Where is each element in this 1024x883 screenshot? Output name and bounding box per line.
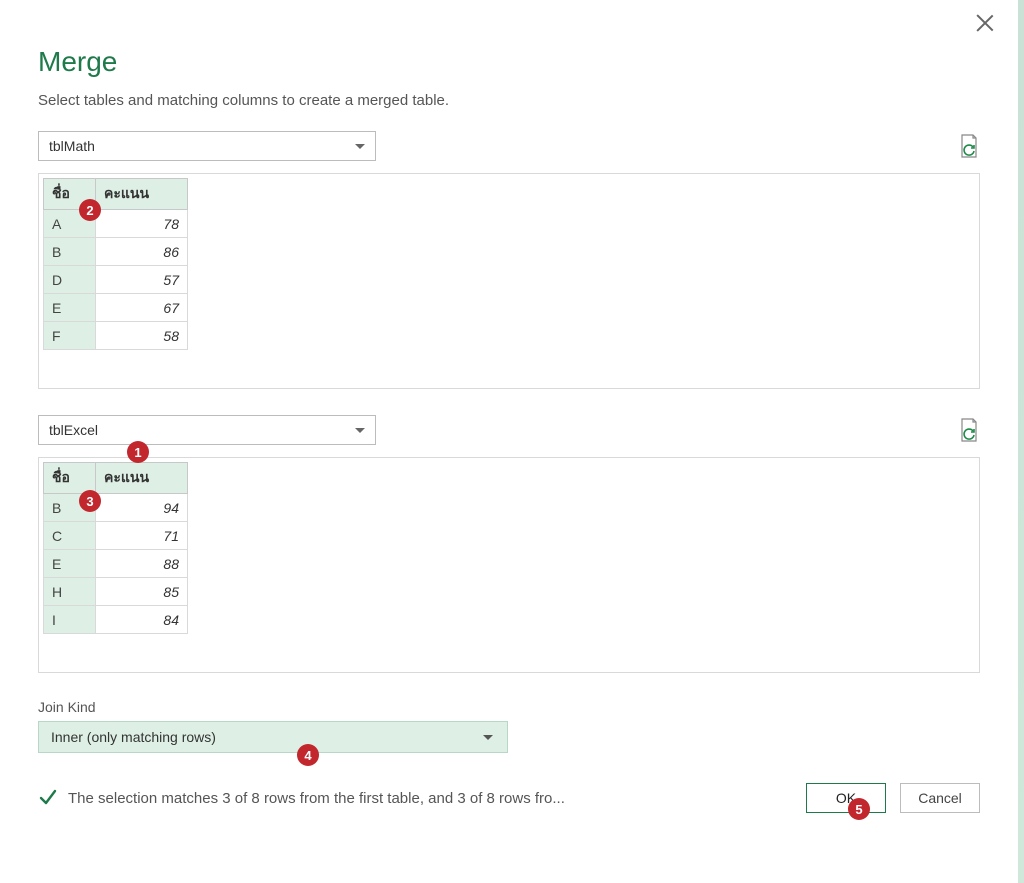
- first-table-dropdown-value: tblMath: [49, 138, 95, 154]
- column-header-score[interactable]: คะแนน: [96, 179, 188, 210]
- check-icon: [38, 788, 58, 808]
- first-table-preview: ชื่อ คะแนน A78 B86 D57 E67 F58: [38, 173, 980, 389]
- refresh-icon[interactable]: [958, 133, 980, 159]
- second-table-dropdown-value: tblExcel: [49, 422, 98, 438]
- table-row: B86: [44, 238, 188, 266]
- window-edge: [1018, 0, 1024, 883]
- dialog-title: Merge: [38, 46, 980, 78]
- join-kind-value: Inner (only matching rows): [51, 729, 216, 745]
- merge-dialog: Merge Select tables and matching columns…: [0, 0, 1018, 880]
- close-icon[interactable]: [974, 12, 996, 34]
- second-table-preview: ชื่อ คะแนน B94 C71 E88 H85 I84: [38, 457, 980, 673]
- chevron-down-icon: [355, 144, 365, 149]
- join-kind-dropdown[interactable]: Inner (only matching rows): [38, 721, 508, 753]
- cancel-button[interactable]: Cancel: [900, 783, 980, 813]
- table-row: E67: [44, 294, 188, 322]
- dialog-subtitle: Select tables and matching columns to cr…: [38, 92, 980, 109]
- column-header-score[interactable]: คะแนน: [96, 463, 188, 494]
- join-kind-section: Join Kind Inner (only matching rows): [38, 699, 980, 753]
- status-text: The selection matches 3 of 8 rows from t…: [68, 790, 565, 807]
- join-kind-label: Join Kind: [38, 699, 980, 715]
- table-row: D57: [44, 266, 188, 294]
- table-row: A78: [44, 210, 188, 238]
- chevron-down-icon: [355, 428, 365, 433]
- second-table-section: tblExcel ชื่อ คะแนน: [38, 415, 980, 673]
- table-row: I84: [44, 606, 188, 634]
- table-row: H85: [44, 578, 188, 606]
- second-table-dropdown[interactable]: tblExcel: [38, 415, 376, 445]
- column-header-name[interactable]: ชื่อ: [44, 463, 96, 494]
- first-table: ชื่อ คะแนน A78 B86 D57 E67 F58: [43, 178, 188, 350]
- first-table-dropdown[interactable]: tblMath: [38, 131, 376, 161]
- table-row: B94: [44, 494, 188, 522]
- table-row: C71: [44, 522, 188, 550]
- refresh-icon[interactable]: [958, 417, 980, 443]
- status-row: The selection matches 3 of 8 rows from t…: [38, 788, 565, 808]
- ok-button[interactable]: OK: [806, 783, 886, 813]
- table-row: F58: [44, 322, 188, 350]
- chevron-down-icon: [483, 735, 493, 740]
- second-table: ชื่อ คะแนน B94 C71 E88 H85 I84: [43, 462, 188, 634]
- column-header-name[interactable]: ชื่อ: [44, 179, 96, 210]
- first-table-section: tblMath ชื่อ คะแนน: [38, 131, 980, 389]
- dialog-footer: The selection matches 3 of 8 rows from t…: [38, 783, 980, 813]
- table-row: E88: [44, 550, 188, 578]
